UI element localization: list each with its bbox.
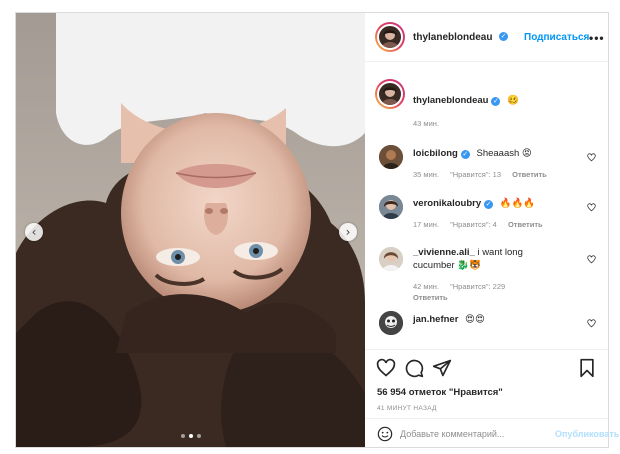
smiley-icon[interactable] xyxy=(377,426,393,442)
comment-text: loicbilong ✓ Sheaaash 😡 xyxy=(413,147,532,160)
reply-button[interactable]: Ответить xyxy=(508,220,543,229)
action-bar: 56 954 отметок "Нравится" 41 МИНУТ НАЗАД… xyxy=(365,349,619,448)
comment-meta: 17 мин. "Нравится": 4 Ответить xyxy=(413,220,552,229)
avatar-icon[interactable] xyxy=(379,247,403,271)
comment-body: 🔥🔥🔥 xyxy=(499,198,536,209)
comment-time[interactable]: 35 мин. xyxy=(413,170,439,179)
comment-heart-icon[interactable] xyxy=(587,153,596,162)
bookmark-icon[interactable] xyxy=(577,358,597,378)
comment-input[interactable] xyxy=(400,427,550,441)
chevron-right-icon: › xyxy=(345,225,351,239)
portrait-photo xyxy=(16,13,365,447)
comment-heart-icon[interactable] xyxy=(587,203,596,212)
comment-meta: 35 мин. "Нравится": 13 Ответить xyxy=(413,170,556,179)
verified-badge-icon: ✓ xyxy=(499,32,508,41)
comment-likes[interactable]: "Нравится": 4 xyxy=(450,220,497,229)
avatar-icon[interactable] xyxy=(377,81,403,107)
carousel-dot-active xyxy=(188,434,193,438)
comment-icon[interactable] xyxy=(404,358,424,378)
comment-text: jan.hefner 😍😍 xyxy=(413,313,485,326)
comment-heart-icon[interactable] xyxy=(587,255,596,264)
paper-plane-icon[interactable] xyxy=(432,358,452,378)
comment-username[interactable]: loicbilong xyxy=(413,148,458,159)
subscribe-button[interactable]: Подписаться xyxy=(524,32,589,43)
likes-count[interactable]: 56 954 отметок "Нравится" xyxy=(377,387,503,398)
author-username[interactable]: thylaneblondeau xyxy=(413,32,492,43)
caption-text: thylaneblondeau ✓ 🥴 xyxy=(413,94,519,107)
avatar-icon[interactable] xyxy=(377,24,403,50)
comment-body: Sheaaash 😡 xyxy=(476,148,532,159)
caption-username[interactable]: thylaneblondeau xyxy=(413,95,488,106)
carousel-dot xyxy=(196,434,201,438)
instagram-post: ‹ › thylaneblondeau ✓ Подписаться ••• th… xyxy=(15,12,619,448)
comment-body: 😍😍 xyxy=(465,314,485,325)
reply-button[interactable]: Ответить xyxy=(512,170,547,179)
reply-button[interactable]: Ответить xyxy=(413,293,448,302)
comments-list[interactable]: thylaneblondeau ✓ 🥴 43 мин. loicbilong ✓ S… xyxy=(365,62,608,349)
comment-likes[interactable]: "Нравится": 229 xyxy=(450,282,505,291)
comment-text: _vivienne.ali_ i want long cucumber 🐉🐯 xyxy=(413,246,543,272)
caption-meta: 43 мин. xyxy=(413,119,448,128)
post-header: thylaneblondeau ✓ Подписаться ••• xyxy=(365,13,608,62)
comment-likes[interactable]: "Нравится": 13 xyxy=(450,170,501,179)
comment-text: veronikaloubry ✓ 🔥🔥🔥 xyxy=(413,197,535,210)
chevron-left-icon: ‹ xyxy=(31,225,37,239)
heart-icon[interactable] xyxy=(376,358,396,378)
comment-username[interactable]: jan.hefner xyxy=(413,314,458,325)
comment-body-line2: cucumber 🐉🐯 xyxy=(413,260,482,271)
caption-time[interactable]: 43 мин. xyxy=(413,119,439,128)
more-options-icon[interactable]: ••• xyxy=(589,31,605,45)
carousel-dot xyxy=(180,434,185,438)
publish-button[interactable]: Опубликовать xyxy=(555,429,619,439)
comment-composer: Опубликовать xyxy=(365,418,619,448)
post-time[interactable]: 41 МИНУТ НАЗАД xyxy=(377,405,437,412)
comment-time[interactable]: 17 мин. xyxy=(413,220,439,229)
carousel-indicator xyxy=(16,434,365,438)
comment-username[interactable]: veronikaloubry xyxy=(413,198,481,209)
avatar-icon[interactable] xyxy=(379,311,403,335)
avatar-icon[interactable] xyxy=(379,195,403,219)
verified-badge-icon: ✓ xyxy=(484,200,494,209)
verified-badge-icon: ✓ xyxy=(491,97,501,106)
caption-body: 🥴 xyxy=(507,95,519,106)
comment-meta-second: Ответить xyxy=(413,293,457,302)
previous-slide-button[interactable]: ‹ xyxy=(25,223,43,241)
verified-badge-icon: ✓ xyxy=(460,150,470,159)
avatar-icon[interactable] xyxy=(379,145,403,169)
comment-time[interactable]: 42 мин. xyxy=(413,282,439,291)
next-slide-button[interactable]: › xyxy=(339,223,357,241)
comment-username[interactable]: _vivienne.ali_ xyxy=(413,247,475,258)
comment-heart-icon[interactable] xyxy=(587,319,596,328)
post-sidebar: thylaneblondeau ✓ Подписаться ••• thylan… xyxy=(365,13,619,448)
comment-meta: 42 мин. "Нравится": 229 xyxy=(413,282,514,291)
post-photo[interactable]: ‹ › xyxy=(16,13,365,447)
